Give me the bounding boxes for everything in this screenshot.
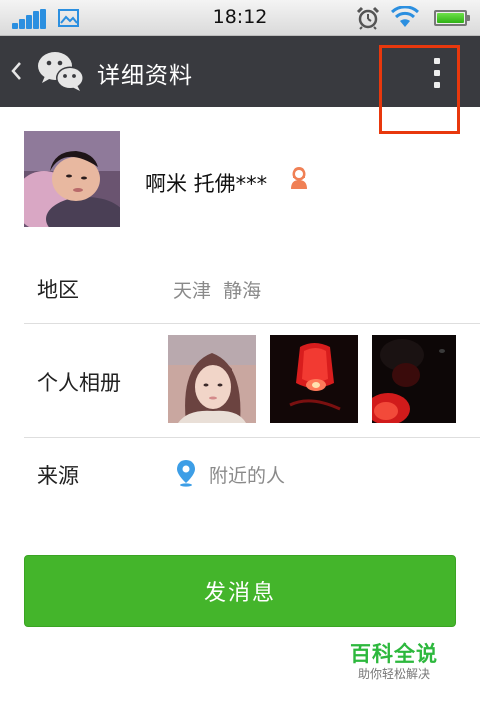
region-label: 地区 [37,278,79,302]
divider [24,323,480,324]
highlight-annotation-box [379,45,460,134]
wechat-logo-icon[interactable] [36,49,86,93]
female-user-icon [291,167,307,189]
source-value: 附近的人 [209,465,286,487]
album-photo-2[interactable] [270,335,358,423]
album-photo-1[interactable] [168,335,256,423]
watermark-title: 百科全说 [350,642,438,666]
chevron-left-icon[interactable] [10,60,24,82]
status-bar: 18:12 [0,0,480,36]
album-label: 个人相册 [37,371,121,395]
region-value: 天津 静海 [173,280,262,302]
nickname: 啊米 托佛*** [145,172,268,196]
page-title: 详细资料 [97,63,193,89]
watermark-subtitle: 助你轻松解决 [357,667,430,681]
divider [24,437,480,438]
send-message-button[interactable]: 发消息 [24,555,456,627]
album-photo-3[interactable] [372,335,456,423]
battery-icon [434,10,470,26]
location-pin-icon [177,460,195,487]
avatar[interactable] [24,131,120,227]
wifi-icon [391,6,419,27]
alarm-clock-icon [356,6,380,30]
source-label: 来源 [37,464,79,488]
